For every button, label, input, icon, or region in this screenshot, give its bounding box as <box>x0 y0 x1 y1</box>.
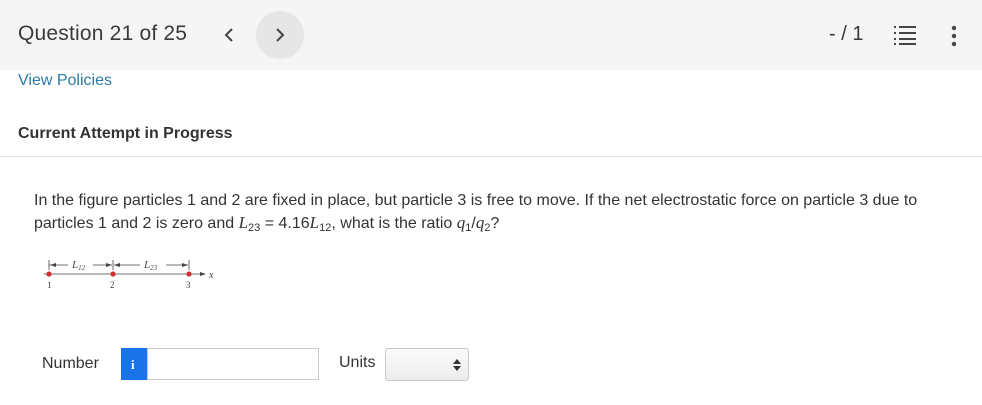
var-q1-symbol: q <box>456 213 466 232</box>
question-counter: Question 21 of 25 <box>18 22 188 45</box>
label-L23: L23 <box>143 259 158 272</box>
dimension-arrow-1 <box>50 263 56 267</box>
question-text-part3: ? <box>490 215 500 232</box>
chevron-left-icon <box>224 28 233 42</box>
select-arrows-icon <box>453 359 461 371</box>
info-icon: i <box>131 357 135 371</box>
var-L12: L <box>310 213 319 232</box>
question-text-part2: , what is the ratio <box>331 215 457 232</box>
section-divider <box>0 156 982 157</box>
label-L12-symbol: L <box>71 259 78 271</box>
question-score: - / 1 <box>829 23 864 45</box>
question-list-button[interactable] <box>894 24 918 46</box>
attempt-status-heading: Current Attempt in Progress <box>18 125 233 142</box>
answer-number-input[interactable] <box>147 348 319 380</box>
var-L23: L <box>239 213 248 232</box>
question-text: In the figure particles 1 and 2 are fixe… <box>34 190 974 239</box>
dimension-arrow-3 <box>114 263 120 267</box>
x-axis-label: x <box>208 270 214 281</box>
label-L23-symbol: L <box>143 259 150 271</box>
info-icon-glyph: i <box>131 357 135 371</box>
dimension-arrow-4 <box>182 263 188 267</box>
view-policies-link[interactable]: View Policies <box>18 72 112 90</box>
particle-2 <box>110 271 116 277</box>
particle-label-2: 2 <box>110 280 115 290</box>
more-vertical-icon <box>951 25 957 47</box>
var-L23-sub: 23 <box>248 222 261 234</box>
info-button[interactable]: i <box>121 348 147 380</box>
var-q1: q <box>457 213 466 232</box>
units-label: Units <box>339 354 376 371</box>
chevron-right-icon <box>276 28 285 42</box>
number-label: Number <box>42 355 99 372</box>
particle-1 <box>46 271 52 277</box>
particle-3 <box>186 271 192 277</box>
label-L12-sub: 12 <box>78 264 86 272</box>
particle-label-3: 3 <box>186 280 191 290</box>
list-icon <box>894 26 916 45</box>
question-equals: = 4.16 <box>260 215 310 232</box>
previous-question-button[interactable] <box>216 20 242 50</box>
units-select[interactable] <box>385 348 469 381</box>
particle-diagram: L12 L23 x 1 2 3 <box>44 259 214 290</box>
question-header-bar: Question 21 of 25 - / 1 <box>0 0 982 70</box>
particle-label-1: 1 <box>47 280 52 290</box>
more-options-button[interactable] <box>948 24 960 48</box>
label-L23-sub: 23 <box>150 264 158 272</box>
var-L23-symbol: L <box>238 213 249 232</box>
var-L12-symbol: L <box>309 213 320 232</box>
x-axis-arrow <box>200 272 206 276</box>
label-L12: L12 <box>71 259 86 272</box>
next-question-button[interactable] <box>256 11 304 59</box>
dimension-arrow-2 <box>106 263 112 267</box>
var-L12-sub: 12 <box>319 222 332 234</box>
